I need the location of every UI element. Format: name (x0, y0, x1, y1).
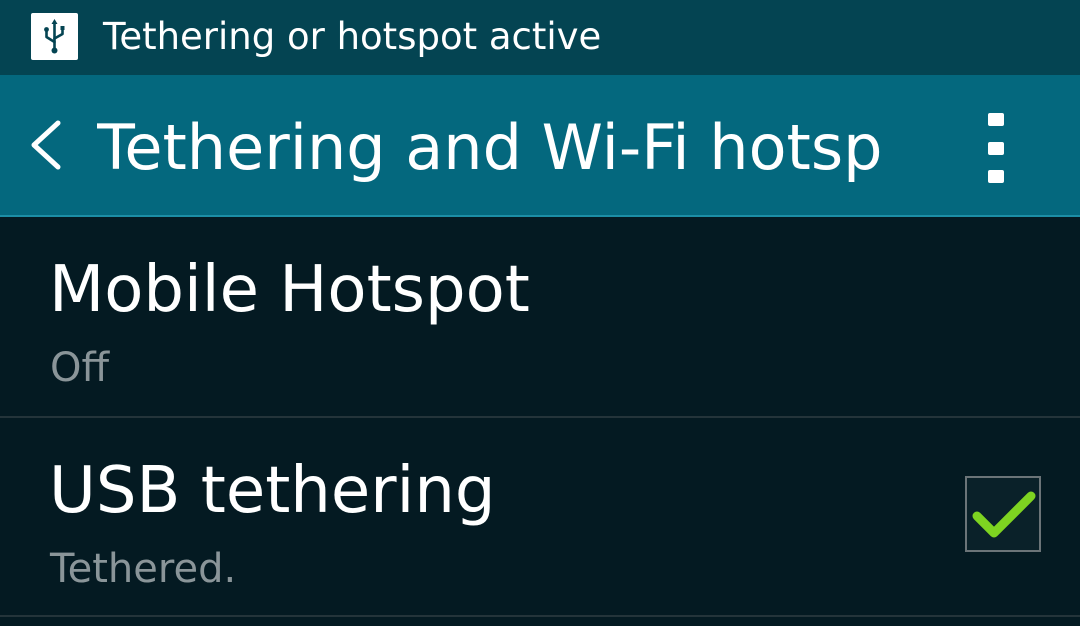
list-item-title: Mobile Hotspot (49, 253, 530, 327)
back-arrow-icon (31, 120, 61, 170)
list-item-mobile-hotspot[interactable]: Mobile Hotspot Off (0, 217, 1080, 416)
overflow-menu-button[interactable] (966, 103, 1026, 187)
notification-text: Tethering or hotspot active (103, 15, 602, 58)
list-item-title: USB tethering (49, 454, 496, 528)
check-mark-icon (972, 491, 1036, 538)
settings-screen: Tethering or hotspot active Tethering an… (0, 0, 1080, 626)
usb-tethering-checkbox[interactable] (965, 476, 1041, 552)
list-item-usb-tethering[interactable]: USB tethering Tethered. (0, 418, 1080, 615)
overflow-menu-icon (988, 113, 1004, 126)
page-title: Tethering and Wi-Fi hotsp.. (97, 111, 887, 184)
status-bar[interactable]: Tethering or hotspot active (0, 0, 1080, 75)
usb-icon (31, 13, 78, 60)
list-item-summary: Tethered. (50, 546, 237, 592)
back-button[interactable] (18, 107, 78, 183)
overflow-menu-icon-dot (988, 170, 1004, 183)
overflow-menu-icon-dot (988, 142, 1004, 155)
list-item-summary: Off (50, 345, 110, 391)
divider (0, 615, 1080, 617)
action-bar: Tethering and Wi-Fi hotsp.. (0, 75, 1080, 217)
